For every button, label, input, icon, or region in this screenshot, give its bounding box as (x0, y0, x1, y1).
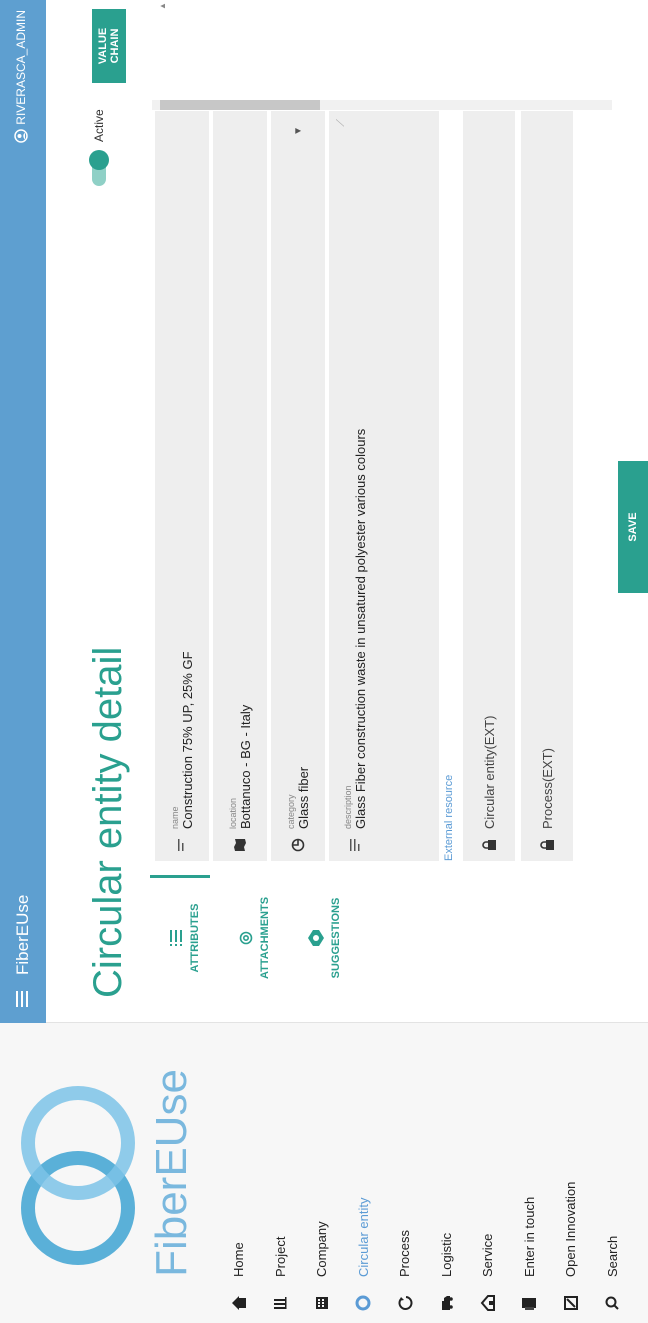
tab-attachments[interactable]: ATTACHMENTS (220, 868, 290, 1008)
svg-text:FiberEUse: FiberEUse (147, 1069, 196, 1277)
sidebar-item-label: Home (231, 1242, 247, 1277)
service-icon (480, 1291, 496, 1315)
field-label: description (343, 785, 353, 829)
user-menu[interactable]: RIVERASCA_ADMIN (14, 10, 28, 143)
external-process[interactable]: Process(EXT) (521, 111, 573, 861)
external-item-label: Process(EXT) (539, 748, 555, 829)
dropdown-arrow-icon[interactable]: ▼ (293, 126, 304, 136)
category-field[interactable]: category Glass fiber ▼ (271, 111, 325, 861)
attributes-form: name Construction 75% UP, 25% GF locatio… (155, 111, 579, 861)
field-label: name (169, 806, 180, 829)
detail-tabs: ATTRIBUTES ATTACHMENTS SUGGESTIONS (150, 868, 360, 1008)
tab-attributes[interactable]: ATTRIBUTES (150, 868, 220, 1008)
app-title: FiberEUse (13, 894, 32, 975)
app-bar: FiberEUse RIVERASCA_ADMIN (0, 0, 46, 1023)
tab-label: SUGGESTIONS (330, 897, 342, 979)
description-textarea[interactable]: Glass Fiber construction waste in unsatu… (353, 429, 368, 829)
sidebar-item-open-innovation[interactable]: Open Innovation (550, 1023, 592, 1323)
list-icon (170, 930, 182, 946)
hamburger-menu-icon[interactable] (10, 987, 34, 1011)
description-icon (349, 829, 361, 861)
external-item-label: Circular entity(EXT) (481, 715, 497, 829)
map-icon (233, 829, 247, 861)
active-label: Active (92, 109, 106, 142)
category-icon (291, 829, 305, 861)
sidebar-item-logistic[interactable]: Logistic (426, 1023, 468, 1323)
sidebar: FiberEUse Home Project Company Circular … (0, 1022, 648, 1323)
lightbulb-icon (308, 930, 324, 946)
app-frame: FiberEUse Home Project Company Circular … (0, 0, 648, 1323)
resize-handle-icon[interactable]: ⟋ (335, 119, 348, 127)
search-icon (604, 1291, 620, 1315)
fibereuse-logo: FiberEUse (21, 1069, 196, 1277)
sidebar-item-label: Search (604, 1235, 620, 1277)
sidebar-item-label: Enter in touch (521, 1196, 537, 1277)
project-icon (272, 1291, 288, 1315)
description-field[interactable]: description Glass Fiber construction was… (329, 111, 439, 861)
location-input[interactable]: Bottanuco - BG - Italy (238, 705, 253, 829)
scrollbar-thumb[interactable] (160, 100, 320, 110)
field-label: location (227, 797, 238, 829)
tab-suggestions[interactable]: SUGGESTIONS (290, 868, 360, 1008)
tab-label: ATTACHMENTS (259, 896, 271, 980)
open-innovation-icon (563, 1291, 579, 1315)
active-toggle[interactable] (89, 150, 109, 186)
sidebar-item-label: Project (272, 1236, 288, 1277)
logistic-icon (438, 1291, 454, 1315)
paperclip-icon (239, 931, 253, 945)
sidebar-item-enter-in-touch[interactable]: Enter in touch (509, 1023, 551, 1323)
sidebar-item-label: Process (397, 1230, 413, 1277)
company-icon (314, 1291, 330, 1315)
sidebar-item-label: Service (480, 1233, 496, 1277)
sidebar-item-project[interactable]: Project (260, 1023, 302, 1323)
home-icon (231, 1291, 247, 1315)
sidebar-item-company[interactable]: Company (301, 1023, 343, 1323)
sidebar-item-search[interactable]: Search (592, 1023, 634, 1323)
active-status: Active (89, 109, 109, 186)
sidebar-item-home[interactable]: Home (218, 1023, 260, 1323)
external-resource-label: External resource (443, 774, 455, 861)
sidebar-item-label: Company (314, 1221, 330, 1277)
name-input[interactable]: Construction 75% UP, 25% GF (180, 651, 195, 829)
active-tab-indicator (150, 875, 210, 878)
tab-label: ATTRIBUTES (189, 903, 201, 973)
name-field[interactable]: name Construction 75% UP, 25% GF (155, 111, 209, 861)
sidebar-item-service[interactable]: Service (467, 1023, 509, 1323)
save-button[interactable]: SAVE (618, 461, 648, 593)
process-icon (397, 1291, 413, 1315)
username: RIVERASCA_ADMIN (14, 10, 28, 125)
sidebar-nav: Home Project Company Circular entity Pro… (218, 1023, 633, 1323)
sidebar-item-label: Open Innovation (563, 1181, 579, 1277)
field-label: category (285, 794, 296, 829)
circular-entity-icon (355, 1291, 371, 1315)
text-field-icon (176, 829, 188, 861)
scroll-arrow-icon[interactable]: ▲ (158, 2, 167, 10)
enter-in-touch-icon (521, 1291, 537, 1315)
lock-icon (540, 829, 554, 861)
sidebar-item-circular-entity[interactable]: Circular entity (343, 1023, 385, 1323)
sidebar-item-label: Logistic (438, 1232, 454, 1277)
user-icon (14, 128, 28, 143)
toggle-knob (89, 150, 109, 170)
page-title: Circular entity detail (86, 646, 130, 998)
external-circular-entity[interactable]: Circular entity(EXT) (463, 111, 515, 861)
sidebar-item-label: Circular entity (355, 1197, 371, 1277)
location-field[interactable]: location Bottanuco - BG - Italy (213, 111, 267, 861)
category-select[interactable]: Glass fiber (296, 767, 311, 829)
value-chain-button[interactable]: VALUE CHAIN (92, 9, 126, 83)
sidebar-item-process[interactable]: Process (384, 1023, 426, 1323)
lock-icon (482, 829, 496, 861)
